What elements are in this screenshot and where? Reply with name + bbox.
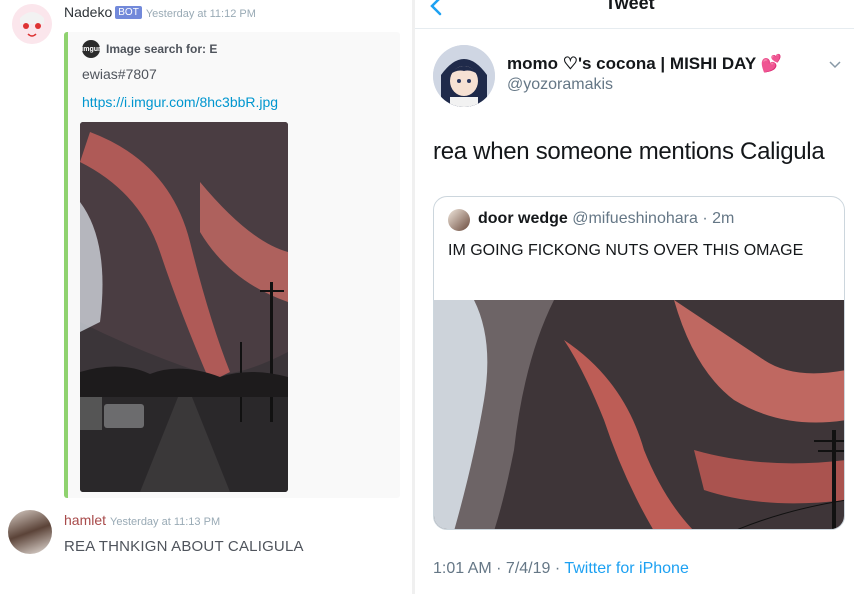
hamlet-username[interactable]: hamlet <box>64 512 106 528</box>
quoted-tweet[interactable]: door wedge @mifueshinohara · 2m IM GOING… <box>433 196 845 530</box>
author-name[interactable]: momo ♡'s cocona | MISHI DAY 💕 <box>507 54 782 74</box>
quoted-header: door wedge @mifueshinohara · 2m <box>478 210 734 228</box>
tweet-source-link[interactable]: Twitter for iPhone <box>564 560 689 577</box>
tweet-footer: 1:01 AM · 7/4/19 · Twitter for iPhone <box>433 560 689 578</box>
embed-link[interactable]: https://i.imgur.com/8hc3bbR.jpg <box>82 94 278 110</box>
user-message-header: hamlet Yesterday at 11:13 PM <box>64 512 220 528</box>
image-embed: imgur Image search for: E ewias#7807 htt… <box>64 32 400 498</box>
hamlet-message-text: REA THNKIGN ABOUT CALIGULA <box>64 538 304 555</box>
imgur-icon: imgur <box>81 40 101 58</box>
bot-tag: BOT <box>115 6 142 19</box>
bot-username[interactable]: Nadeko <box>64 4 112 20</box>
hamlet-timestamp: Yesterday at 11:13 PM <box>110 516 221 528</box>
quoted-text: IM GOING FICKONG NUTS OVER THIS OMAGE <box>448 242 804 259</box>
header-divider <box>415 28 854 29</box>
back-chevron-icon[interactable] <box>425 0 449 18</box>
tweet-text: rea when someone mentions Caligula <box>433 138 825 165</box>
hamlet-avatar[interactable] <box>8 510 52 554</box>
author-handle[interactable]: @yozoramakis <box>507 76 613 94</box>
discord-panel: Nadeko BOT Yesterday at 11:12 PM imgur Ima… <box>0 0 412 594</box>
twitter-panel: Tweet momo ♡'s cocona | MISHI DAY 💕 @yoz… <box>415 0 854 594</box>
embed-author: imgur Image search for: E <box>81 40 218 58</box>
page-title: Tweet <box>605 0 655 13</box>
embed-description: ewias#7807 <box>82 66 157 82</box>
bot-avatar[interactable] <box>12 4 52 44</box>
embed-author-text: Image search for: E <box>106 42 218 56</box>
bot-timestamp: Yesterday at 11:12 PM <box>145 8 256 20</box>
bot-message-header: Nadeko BOT Yesterday at 11:12 PM <box>64 4 256 20</box>
quoted-sky-image[interactable] <box>434 300 844 529</box>
embed-sky-image[interactable] <box>80 122 288 492</box>
author-avatar[interactable] <box>433 45 495 107</box>
quoted-meta: @mifueshinohara · 2m <box>572 210 735 227</box>
tweet-time: 1:01 AM · 7/4/19 · <box>433 560 565 577</box>
quoted-avatar[interactable] <box>448 209 470 231</box>
quoted-name[interactable]: door wedge <box>478 210 568 227</box>
chevron-down-icon[interactable] <box>827 56 843 72</box>
